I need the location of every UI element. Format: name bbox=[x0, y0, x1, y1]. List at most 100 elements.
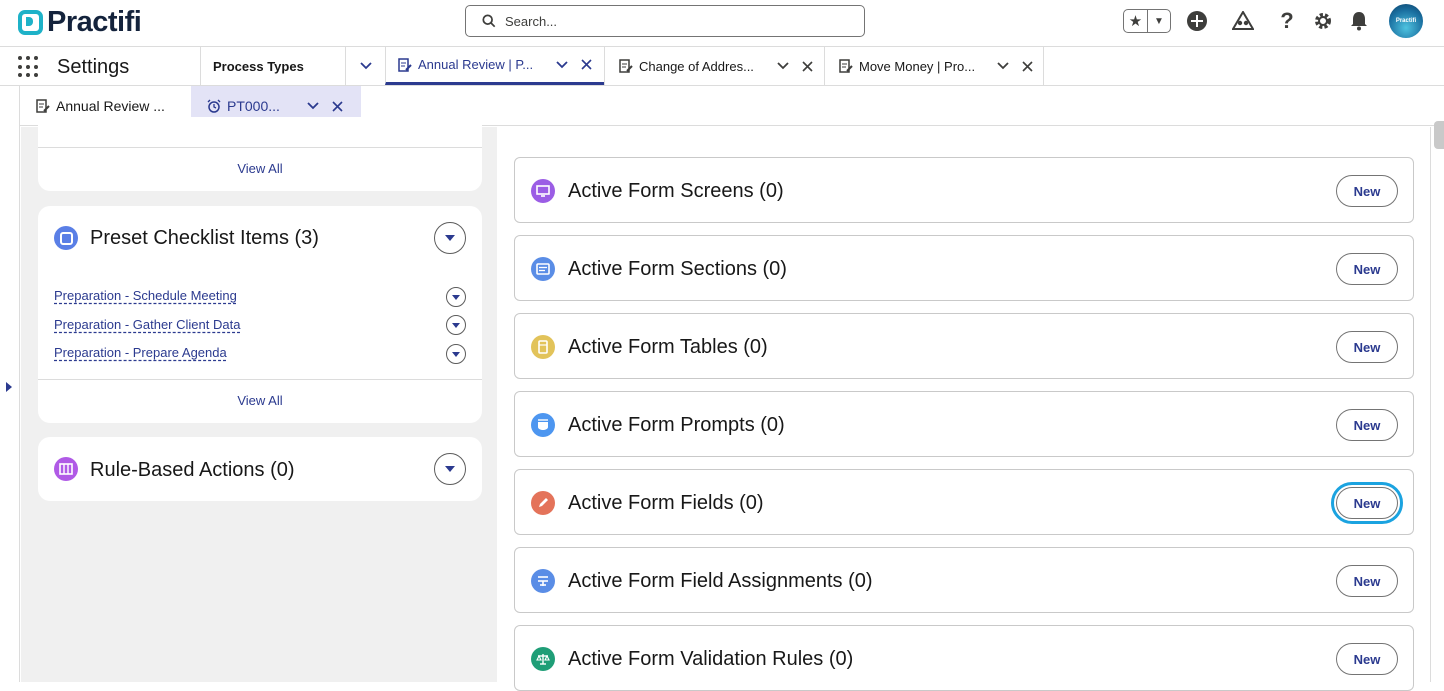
related-list-form-fields: Active Form Fields (0) New bbox=[514, 469, 1414, 535]
side-panel-toggle[interactable] bbox=[1434, 121, 1444, 149]
close-icon[interactable] bbox=[578, 57, 594, 73]
table-icon bbox=[531, 335, 555, 359]
document-edit-icon bbox=[839, 59, 853, 73]
card-menu-button[interactable] bbox=[434, 453, 466, 485]
desktop-icon bbox=[531, 179, 555, 203]
app-name: Settings bbox=[57, 56, 130, 78]
related-list-form-sections: Active Form Sections (0) New bbox=[514, 235, 1414, 301]
trailhead-icon[interactable] bbox=[1231, 9, 1255, 33]
new-button[interactable]: New bbox=[1336, 643, 1398, 675]
tab-label: Change of Addres... bbox=[639, 58, 754, 74]
related-list-form-validation-rules: Active Form Validation Rules (0) New bbox=[514, 625, 1414, 691]
preset-checklist-card: Preset Checklist Items (3) Preparation -… bbox=[38, 206, 482, 423]
right-related-column: Active Form Screens (0) New Active Form … bbox=[497, 127, 1430, 691]
help-icon[interactable]: ? bbox=[1275, 8, 1299, 33]
search-input[interactable]: Search... bbox=[465, 5, 865, 37]
subtab-label: Annual Review ... bbox=[56, 98, 165, 114]
pencil-icon bbox=[531, 491, 555, 515]
chevron-down-icon bbox=[445, 235, 455, 241]
new-button[interactable]: New bbox=[1336, 331, 1398, 363]
related-list-title: Active Form Screens (0) bbox=[568, 180, 784, 202]
right-scroll-edge bbox=[1430, 127, 1444, 682]
alarm-clock-icon bbox=[207, 99, 221, 113]
left-related-column: View All Preset Checklist Items (3) Prep… bbox=[21, 117, 497, 682]
tab-process-types[interactable]: Process Types bbox=[200, 47, 385, 85]
bell-icon[interactable] bbox=[1347, 9, 1371, 33]
related-list-title: Active Form Fields (0) bbox=[568, 492, 764, 514]
related-list-title: Active Form Field Assignments (0) bbox=[568, 570, 873, 592]
card-title: Rule-Based Actions (0) bbox=[90, 459, 295, 481]
prompt-icon bbox=[531, 413, 555, 437]
chevron-down-icon bbox=[452, 351, 460, 357]
view-all-link[interactable]: View All bbox=[38, 161, 482, 176]
subtab-label: PT000... bbox=[227, 98, 280, 114]
chevron-down-icon bbox=[452, 322, 460, 328]
chevron-down-icon[interactable] bbox=[554, 57, 570, 73]
checklist-icon bbox=[54, 226, 78, 250]
related-list-form-prompts: Active Form Prompts (0) New bbox=[514, 391, 1414, 457]
close-icon[interactable] bbox=[799, 58, 815, 74]
tab-change-of-address[interactable]: Change of Addres... bbox=[604, 47, 824, 85]
view-all-link[interactable]: View All bbox=[38, 393, 482, 408]
tab-annual-review[interactable]: Annual Review | P... bbox=[385, 47, 604, 85]
plus-icon[interactable] bbox=[1185, 9, 1209, 33]
row-menu-button[interactable] bbox=[446, 287, 466, 307]
new-button[interactable]: New bbox=[1336, 565, 1398, 597]
gear-icon[interactable] bbox=[1311, 9, 1335, 33]
scales-icon bbox=[531, 647, 555, 671]
navigation-bar: Settings Process Types Annual Review | P… bbox=[0, 46, 1444, 86]
checklist-item-link[interactable]: Preparation - Schedule Meeting bbox=[54, 288, 237, 303]
favorites-star-icon[interactable]: ★ bbox=[1124, 10, 1147, 32]
section-icon bbox=[531, 257, 555, 281]
card-menu-button[interactable] bbox=[434, 222, 466, 254]
row-menu-button[interactable] bbox=[446, 315, 466, 335]
favorites-button-group[interactable]: ★ ▼ bbox=[1123, 9, 1171, 33]
divider bbox=[38, 379, 482, 380]
chevron-down-icon bbox=[452, 294, 460, 300]
checklist-item-link[interactable]: Preparation - Gather Client Data bbox=[54, 317, 240, 332]
document-edit-icon bbox=[398, 57, 412, 72]
chevron-down-icon[interactable] bbox=[345, 47, 385, 85]
checklist-item-link[interactable]: Preparation - Prepare Agenda bbox=[54, 345, 227, 360]
related-list-title: Active Form Sections (0) bbox=[568, 258, 787, 280]
new-button[interactable]: New bbox=[1336, 409, 1398, 441]
related-list-title: Active Form Prompts (0) bbox=[568, 414, 785, 436]
assignment-icon bbox=[531, 569, 555, 593]
tab-label: Move Money | Pro... bbox=[859, 58, 976, 74]
close-icon[interactable] bbox=[1019, 58, 1035, 74]
related-list-form-field-assignments: Active Form Field Assignments (0) New bbox=[514, 547, 1414, 613]
avatar[interactable]: Practifi bbox=[1389, 4, 1423, 38]
chevron-down-icon[interactable]: ▼ bbox=[1146, 10, 1170, 32]
global-header: Practifi Search... ★ ▼ ? Practifi bbox=[0, 0, 1444, 46]
search-icon bbox=[482, 14, 496, 28]
divider bbox=[38, 147, 482, 148]
row-menu-button[interactable] bbox=[446, 344, 466, 364]
close-icon[interactable] bbox=[329, 98, 345, 114]
related-list-title: Active Form Tables (0) bbox=[568, 336, 768, 358]
new-button[interactable]: New bbox=[1331, 482, 1403, 524]
related-list-form-screens: Active Form Screens (0) New bbox=[514, 157, 1414, 223]
app-logo[interactable]: Practifi bbox=[18, 5, 142, 38]
document-edit-icon bbox=[619, 59, 633, 73]
related-list-form-tables: Active Form Tables (0) New bbox=[514, 313, 1414, 379]
related-list-title: Active Form Validation Rules (0) bbox=[568, 648, 854, 670]
logo-text: Practifi bbox=[47, 5, 142, 38]
tab-move-money[interactable]: Move Money | Pro... bbox=[824, 47, 1044, 85]
chevron-down-icon[interactable] bbox=[995, 58, 1011, 74]
new-button[interactable]: New bbox=[1336, 175, 1398, 207]
rules-icon bbox=[54, 457, 78, 481]
new-button[interactable]: New bbox=[1336, 253, 1398, 285]
search-placeholder: Search... bbox=[505, 13, 558, 29]
chevron-down-icon[interactable] bbox=[775, 58, 791, 74]
related-card-top: View All bbox=[38, 117, 482, 191]
rule-based-actions-card: Rule-Based Actions (0) bbox=[38, 437, 482, 501]
chevron-down-icon[interactable] bbox=[305, 98, 321, 114]
chevron-down-icon bbox=[445, 466, 455, 472]
expand-arrow-icon[interactable] bbox=[6, 382, 12, 392]
document-edit-icon bbox=[36, 99, 50, 113]
utility-rail bbox=[0, 86, 20, 682]
tab-label: Process Types bbox=[213, 58, 304, 74]
avatar-text: Practifi bbox=[1395, 18, 1417, 24]
app-launcher-icon[interactable] bbox=[18, 56, 40, 78]
practifi-logo-icon bbox=[18, 9, 43, 35]
